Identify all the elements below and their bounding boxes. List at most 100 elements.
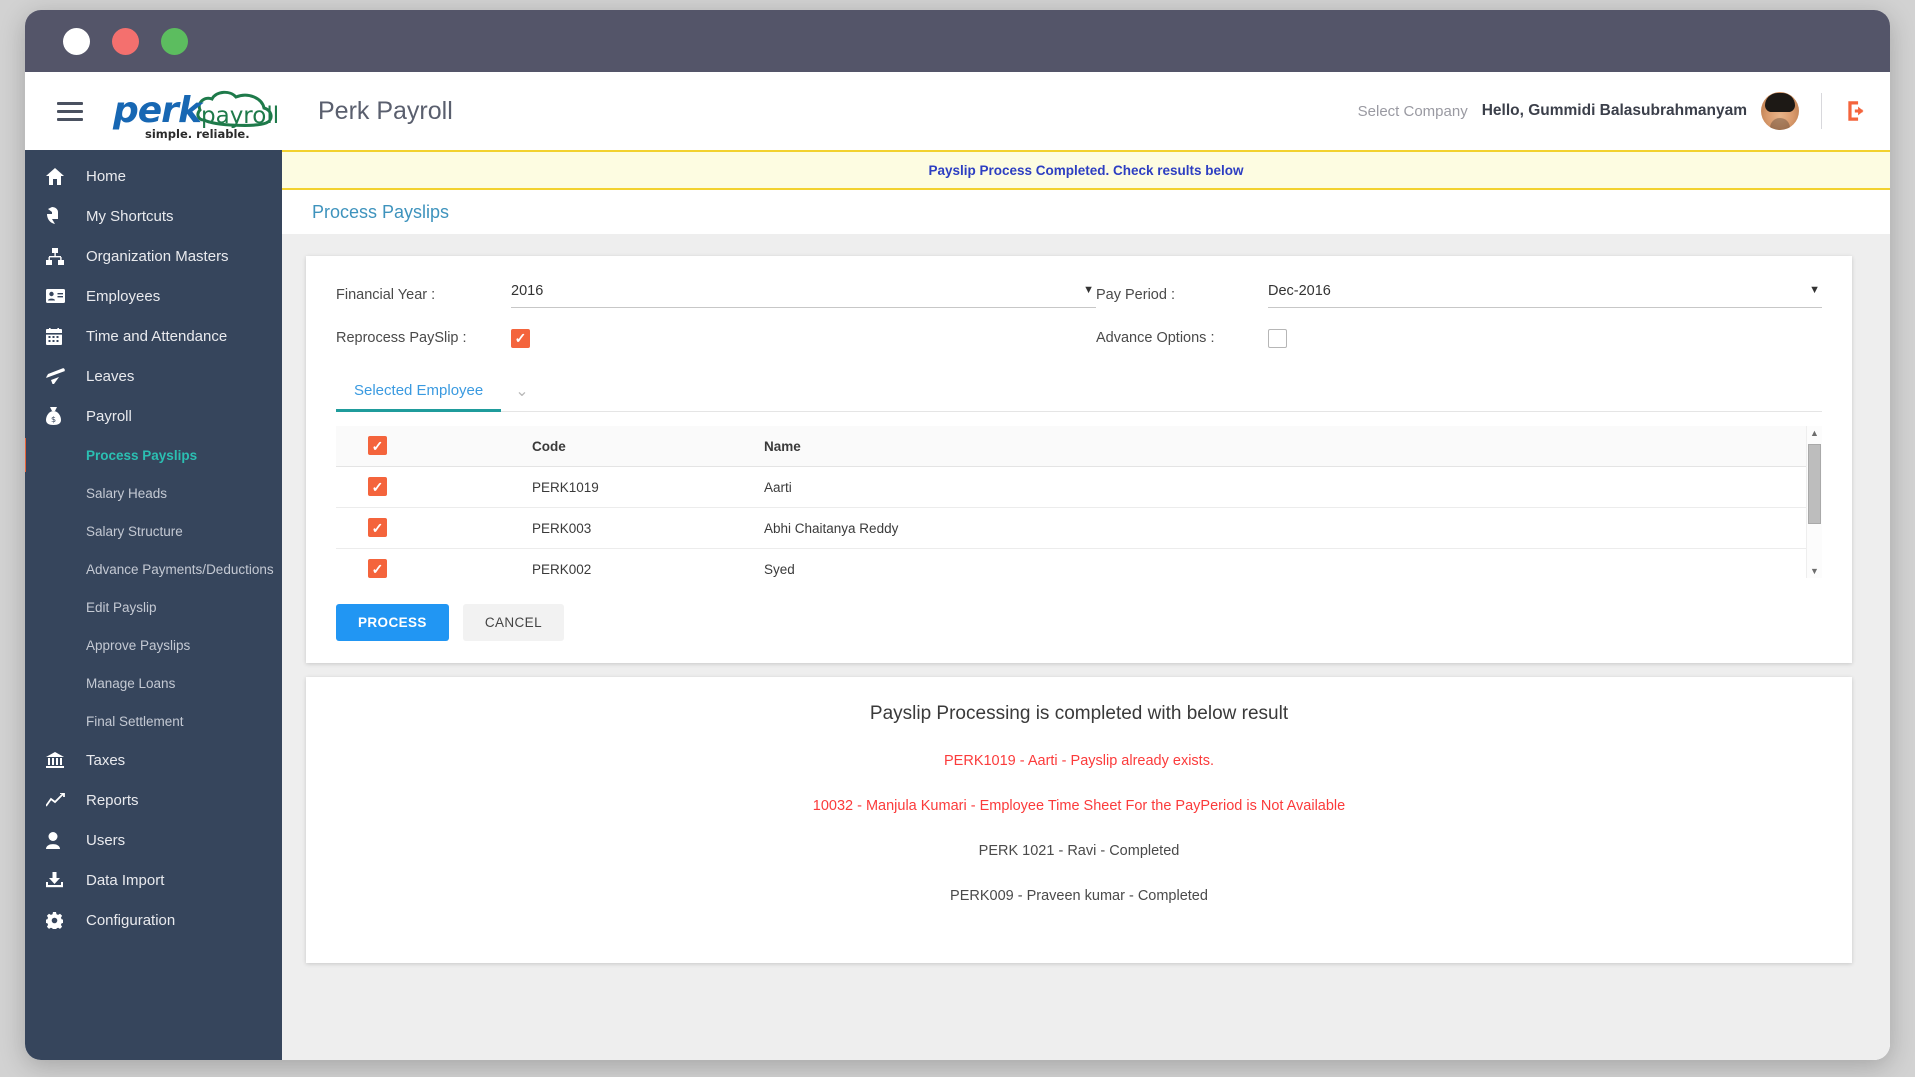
sidebar-sublabel: Approve Payslips [86,637,191,653]
row-select-cell [368,477,532,497]
result-line: PERK1019 - Aarti - Payslip already exist… [944,753,1214,769]
sidebar-sublabel: Edit Payslip [86,599,157,615]
app-window: perk payroll simple. reliable. Perk Payr… [25,10,1890,1060]
chevron-down-icon[interactable]: ⌄ [515,381,528,405]
sidebar-sublabel: Salary Structure [86,523,183,539]
hamburger-menu-icon[interactable] [57,97,83,126]
result-line: 10032 - Manjula Kumari - Employee Time S… [812,798,1346,814]
avatar[interactable] [1761,92,1799,130]
sidebar-label: Payroll [86,407,132,425]
sidebar-item-employees[interactable]: Employees [25,276,282,316]
sidebar-sublabel: Final Settlement [86,713,184,729]
scroll-down-icon[interactable]: ▼ [1810,564,1819,578]
sidebar-item-reports[interactable]: Reports [25,780,282,820]
sidebar-label: Organization Masters [86,247,229,265]
sidebar-item-time-and-attendance[interactable]: Time and Attendance [25,316,282,356]
cell-name: Syed [764,561,795,577]
select-company-link[interactable]: Select Company [1358,103,1468,120]
logout-icon[interactable] [1844,98,1870,124]
results-title: Payslip Processing is completed with bel… [869,703,1289,724]
reprocess-payslip-label: Reprocess PaySlip : [336,330,467,346]
row-checkbox[interactable] [368,518,387,538]
cancel-button[interactable]: CANCEL [462,604,564,641]
sidebar-item-leaves[interactable]: Leaves [25,356,282,396]
sidebar-sublabel: Process Payslips [86,447,198,463]
sidebar-subitem-edit-payslip[interactable]: Edit Payslip [25,588,282,626]
result-line: PERK009 - Praveen kumar - Completed [950,888,1208,904]
sidebar-label: Home [86,167,127,185]
sidebar-subitem-manage-loans[interactable]: Manage Loans [25,664,282,702]
window-close-dot[interactable] [63,27,90,55]
process-button[interactable]: PROCESS [336,604,449,641]
pay-period-select[interactable]: Dec-2016 ▼ [1268,282,1822,308]
scrollbar-track[interactable] [1807,440,1822,564]
advance-options-group: Advance Options : [1096,316,1822,360]
sidebar-sublabel: Salary Heads [86,485,168,501]
row-checkbox[interactable] [368,477,387,497]
pay-period-label: Pay Period : [1096,287,1175,303]
sidebar-label: Time and Attendance [86,327,228,345]
sidebar-label: Taxes [86,751,126,769]
org-chart-icon [46,247,72,265]
gear-icon [46,911,72,929]
row-select-cell [368,518,532,538]
table-row[interactable]: PERK002 Syed [336,549,1806,578]
status-banner: Payslip Process Completed. Check results… [282,150,1890,190]
app-title: Perk Payroll [318,96,453,125]
sidebar-subitem-advance-payments-deductions[interactable]: Advance Payments/Deductions [25,550,282,588]
sidebar-subitem-salary-structure[interactable]: Salary Structure [25,512,282,550]
sidebar-label: Data Import [86,871,165,889]
process-payslips-form-card: Financial Year : 2016 ▼ Pay Period : Dec… [306,256,1852,663]
window-minimize-dot[interactable] [112,27,139,55]
cell-code: PERK003 [532,520,592,536]
sidebar-label: My Shortcuts [86,207,174,225]
scroll-up-icon[interactable]: ▲ [1810,426,1819,440]
employee-table-scrollbar[interactable]: ▲ ▼ [1806,426,1822,578]
home-icon [46,167,72,185]
cell-code: PERK1019 [532,479,599,495]
sidebar-item-my-shortcuts[interactable]: My Shortcuts [25,196,282,236]
sidebar-subitem-approve-payslips[interactable]: Approve Payslips [25,626,282,664]
employee-table-wrap: Code Name PERK1019 Aarti [336,426,1822,578]
row-select-cell [368,559,532,578]
sidebar-item-payroll[interactable]: $ Payroll [25,396,282,436]
select-all-checkbox[interactable] [368,436,387,456]
shortcut-arrow-icon [46,207,72,225]
tab-selected-employee[interactable]: Selected Employee [336,374,502,412]
sidebar-item-configuration[interactable]: Configuration [25,900,282,940]
advance-options-checkbox[interactable] [1268,328,1287,348]
app-header: perk payroll simple. reliable. Perk Payr… [25,72,1890,150]
line-chart-icon [46,791,72,809]
sidebar-subitem-process-payslips[interactable]: Process Payslips [25,436,282,474]
sidebar-item-organization-masters[interactable]: Organization Masters [25,236,282,276]
table-row[interactable]: PERK1019 Aarti [336,467,1806,508]
main-area: Payslip Process Completed. Check results… [282,150,1890,1060]
logo-payroll-text: payroll [201,103,280,129]
processing-results-card: Payslip Processing is completed with bel… [306,677,1852,963]
column-header-name: Name [764,438,801,454]
sidebar-item-taxes[interactable]: Taxes [25,740,282,780]
table-row[interactable]: PERK003 Abhi Chaitanya Reddy [336,508,1806,549]
sidebar-item-home[interactable]: Home [25,156,282,196]
sidebar-item-users[interactable]: Users [25,820,282,860]
sidebar-subitem-salary-heads[interactable]: Salary Heads [25,474,282,512]
row-checkbox[interactable] [368,559,387,578]
header-right-group: Select Company Hello, Gummidi Balasubrah… [1358,92,1870,130]
cell-code: PERK002 [532,561,592,577]
financial-year-select[interactable]: 2016 ▼ [511,282,1096,308]
select-all-cell [368,436,532,456]
pay-period-value: Dec-2016 [1268,283,1331,299]
form-actions: PROCESS CANCEL [336,604,1822,641]
sidebar-label: Configuration [86,911,176,929]
download-icon [46,871,72,889]
reprocess-payslip-checkbox[interactable] [511,328,530,348]
sidebar-sublabel: Advance Payments/Deductions [86,561,274,577]
sidebar-item-data-import[interactable]: Data Import [25,860,282,900]
table-header-row: Code Name [336,426,1806,467]
chevron-down-icon: ▼ [1809,284,1820,296]
window-maximize-dot[interactable] [161,27,188,55]
sidebar-label: Users [86,831,126,849]
content-scroll-area: Financial Year : 2016 ▼ Pay Period : Dec… [282,234,1890,1060]
sidebar-subitem-final-settlement[interactable]: Final Settlement [25,702,282,740]
scrollbar-thumb[interactable] [1808,444,1821,524]
